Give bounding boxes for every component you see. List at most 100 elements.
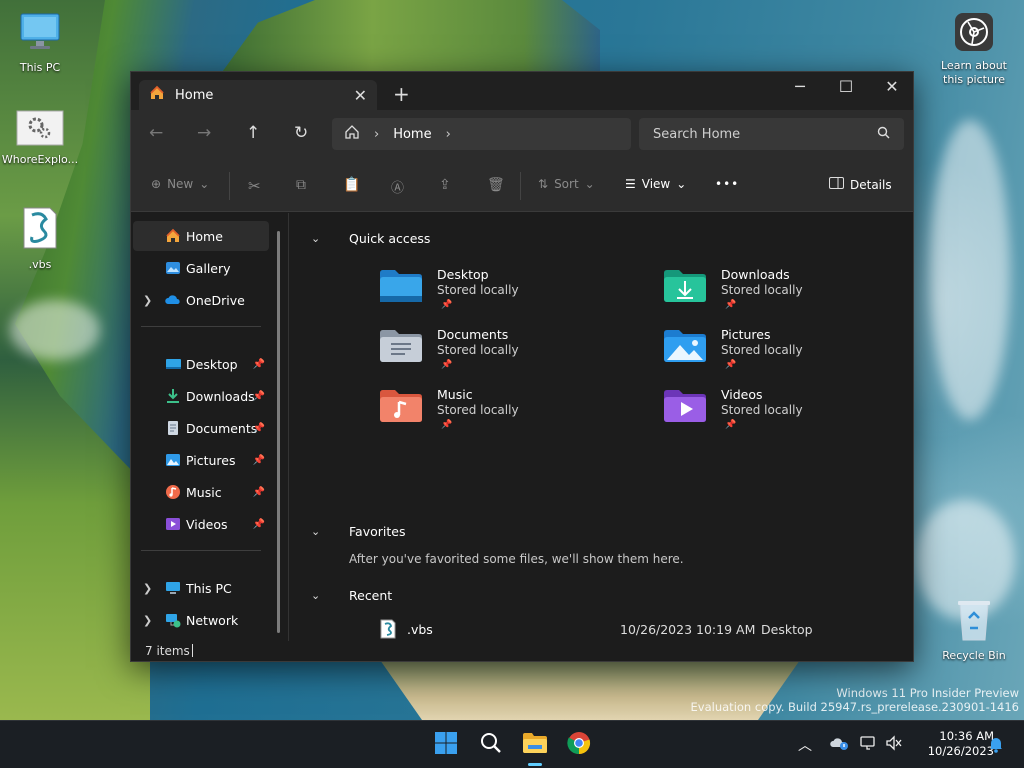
sidebar-item-documents[interactable]: Documents 📌 — [133, 413, 269, 443]
sidebar-item-music[interactable]: Music 📌 — [133, 477, 269, 507]
file-explorer-window: Home ✕ + ─ ☐ ✕ ← → ↑ ↻ › Home › Search H… — [130, 71, 914, 662]
desktop-icon-this-pc[interactable]: This PC — [0, 10, 80, 75]
sidebar-item-network[interactable]: ❯ Network — [133, 605, 269, 635]
search-icon[interactable] — [877, 126, 890, 143]
quick-access-item[interactable]: Desktop Stored locally 📌 — [379, 267, 619, 317]
chevron-right-icon[interactable]: › — [374, 127, 379, 142]
section-quick-access[interactable]: ⌄ Quick access — [311, 231, 430, 246]
sort-button[interactable]: ⇅ Sort ⌄ — [538, 177, 595, 191]
wallpaper-cliff-top — [220, 0, 600, 75]
sidebar-item-home[interactable]: Home — [133, 221, 269, 251]
rename-icon[interactable]: Ⓐ — [391, 177, 404, 196]
sidebar-item-this-pc[interactable]: ❯ This PC — [133, 573, 269, 603]
item-subtitle: Stored locally — [721, 343, 803, 357]
notification-bell-icon[interactable] — [988, 735, 1004, 757]
chevron-down-icon[interactable]: ⌄ — [311, 589, 320, 602]
taskbar-search-button[interactable] — [477, 731, 505, 759]
section-recent[interactable]: ⌄ Recent — [311, 588, 392, 603]
taskbar-file-explorer[interactable] — [521, 731, 549, 759]
onedrive-tray-icon[interactable] — [829, 735, 849, 755]
quick-access-item[interactable]: Music Stored locally 📌 — [379, 387, 619, 437]
desktop-icon-learn-picture[interactable]: Learn about this picture — [934, 12, 1014, 87]
sidebar-item-label: Gallery — [186, 260, 231, 276]
chevron-right-icon[interactable]: › — [446, 127, 451, 142]
maximize-button[interactable]: ☐ — [823, 72, 869, 100]
delete-icon[interactable]: 🗑 — [487, 177, 505, 193]
quick-access-item[interactable]: Documents Stored locally 📌 — [379, 327, 619, 377]
new-button[interactable]: ⊕ New ⌄ — [151, 177, 209, 191]
section-favorites[interactable]: ⌄ Favorites — [311, 524, 405, 539]
desktop-icon-vbs[interactable]: .vbs — [0, 205, 80, 272]
network-icon — [165, 612, 181, 631]
clock-date: 10/26/2023 — [927, 744, 994, 758]
item-subtitle: Stored locally — [721, 403, 803, 417]
toolbar-divider — [520, 172, 521, 200]
sidebar-item-pictures[interactable]: Pictures 📌 — [133, 445, 269, 475]
tab-close-icon[interactable]: ✕ — [354, 86, 367, 105]
gear-file-icon — [0, 110, 80, 149]
sidebar-item-onedrive[interactable]: ❯ OneDrive — [133, 285, 269, 315]
recent-file-date: 10/26/2023 10:19 AM — [620, 622, 756, 637]
title-bar[interactable]: Home ✕ + ─ ☐ ✕ — [131, 72, 913, 110]
paste-icon[interactable]: 📋 — [343, 177, 360, 193]
address-bar[interactable]: › Home › — [332, 118, 631, 150]
sidebar-divider — [141, 326, 261, 327]
back-arrow-icon[interactable]: ← — [149, 123, 163, 143]
cut-icon[interactable]: ✂ — [248, 177, 261, 195]
music-folder-icon — [379, 389, 423, 427]
sort-label: Sort — [554, 177, 579, 191]
forward-arrow-icon[interactable]: → — [197, 123, 211, 143]
sidebar-item-videos[interactable]: Videos 📌 — [133, 509, 269, 539]
sidebar-item-downloads[interactable]: Downloads 📌 — [133, 381, 269, 411]
quick-access-item[interactable]: Downloads Stored locally 📌 — [663, 267, 903, 317]
recent-file-row[interactable]: .vbs 10/26/2023 10:19 AM Desktop — [377, 618, 897, 642]
onedrive-icon — [165, 292, 182, 311]
view-button[interactable]: ☰ View ⌄ — [625, 177, 686, 191]
breadcrumb-home[interactable]: Home — [393, 127, 431, 142]
start-button[interactable] — [432, 731, 460, 759]
item-count: 7 items — [145, 644, 190, 658]
search-box[interactable]: Search Home — [639, 118, 904, 150]
quick-access-item[interactable]: Videos Stored locally 📌 — [663, 387, 903, 437]
more-options-button[interactable]: ••• — [715, 177, 739, 191]
chevron-down-icon[interactable]: ⌄ — [311, 232, 320, 245]
network-tray-icon[interactable] — [860, 735, 878, 755]
minimize-button[interactable]: ─ — [777, 72, 823, 100]
videos-folder-icon — [663, 389, 707, 427]
chevron-down-icon: ⌄ — [676, 177, 687, 191]
chevron-down-icon: ⌄ — [584, 177, 595, 191]
camera-icon — [934, 12, 1014, 55]
quick-access-item[interactable]: Pictures Stored locally 📌 — [663, 327, 903, 377]
sidebar-item-label: This PC — [186, 580, 232, 596]
sidebar-item-desktop[interactable]: Desktop 📌 — [133, 349, 269, 379]
desktop-icon-recycle-bin[interactable]: Recycle Bin — [934, 598, 1014, 663]
close-button[interactable]: ✕ — [869, 72, 915, 100]
chevron-right-icon[interactable]: ❯ — [143, 294, 152, 307]
item-subtitle: Stored locally — [721, 283, 803, 297]
home-outline-icon[interactable] — [344, 124, 360, 144]
vbs-script-icon — [379, 619, 397, 642]
system-clock[interactable]: 10:36 AM 10/26/2023 — [910, 729, 994, 759]
new-tab-button[interactable]: + — [393, 82, 410, 106]
taskbar-chrome[interactable] — [565, 731, 593, 759]
chevron-right-icon[interactable]: ❯ — [143, 614, 152, 627]
tab-home[interactable]: Home ✕ — [139, 80, 377, 110]
desktop-icon-label: WhoreExplo... — [1, 153, 79, 166]
chevron-down-icon[interactable]: ⌄ — [311, 525, 320, 538]
downloads-folder-icon — [663, 269, 707, 307]
up-arrow-icon[interactable]: ↑ — [246, 123, 260, 143]
show-hidden-icons-chevron[interactable]: ︿ — [798, 735, 812, 755]
chevron-down-icon: ⌄ — [199, 177, 210, 191]
refresh-icon[interactable]: ↻ — [294, 123, 308, 143]
item-name: Downloads — [721, 267, 790, 282]
chevron-right-icon[interactable]: ❯ — [143, 582, 152, 595]
details-button[interactable]: Details — [829, 177, 892, 192]
sidebar-item-gallery[interactable]: Gallery — [133, 253, 269, 283]
share-icon[interactable]: ⇪ — [439, 177, 451, 193]
copy-icon[interactable]: ⧉ — [296, 177, 306, 193]
volume-muted-icon[interactable] — [885, 735, 903, 755]
sidebar-scrollbar[interactable] — [277, 231, 280, 633]
desktop-icon-whoreexplo[interactable]: WhoreExplo... — [0, 110, 80, 167]
documents-icon — [165, 420, 181, 439]
desktop-icon-label: Learn about this picture — [941, 59, 1007, 86]
